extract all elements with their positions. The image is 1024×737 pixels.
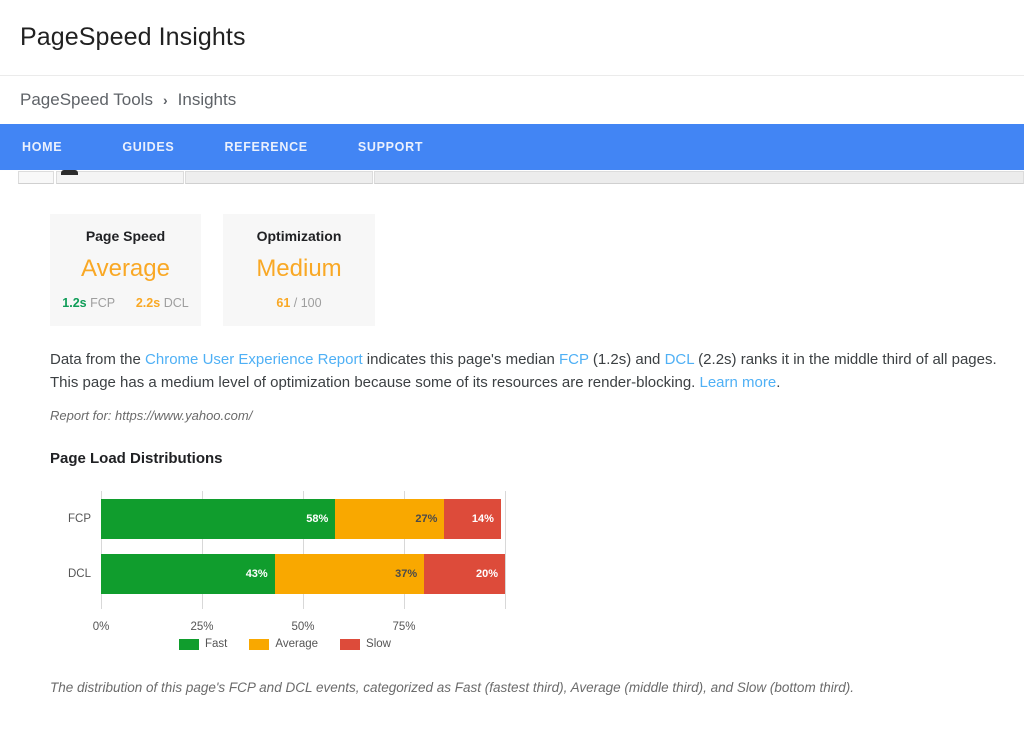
optimization-score: 61 / 100 <box>233 296 365 310</box>
primary-navbar: HOME GUIDES REFERENCE SUPPORT <box>0 124 1024 170</box>
chart-y-axis-label: FCP <box>68 513 91 526</box>
chart-bar-segment-average[interactable]: 37% <box>274 554 425 595</box>
nav-item-guides[interactable]: GUIDES <box>108 124 188 170</box>
optimization-score-suffix: / 100 <box>293 296 322 311</box>
dcl-value: 2.2s <box>135 296 161 311</box>
chart-bar-segment-slow[interactable]: 14% <box>444 499 501 540</box>
chart-legend-label: Average <box>275 638 319 651</box>
chart-bar-row: DCL 43% 37% 20% <box>68 554 505 595</box>
chart-bar-segment-average[interactable]: 27% <box>335 499 445 540</box>
score-card-group: Page Speed Average 1.2s FCP 2.2s DCL Opt… <box>50 214 1004 327</box>
chart-gridline <box>505 491 506 610</box>
page-speed-verdict: Average <box>81 255 170 282</box>
summary-text-2: indicates this page's median <box>362 351 559 369</box>
nav-item-home[interactable]: HOME <box>18 124 86 170</box>
tab-strip-segment[interactable] <box>185 171 373 184</box>
summary-text-3: (1.2s) and <box>588 351 665 369</box>
chart-bar-segment-fast[interactable]: 43% <box>101 554 275 595</box>
chart-bar-segment-slow[interactable]: 20% <box>424 554 505 595</box>
learn-more-link[interactable]: Learn more <box>700 374 777 391</box>
summary-paragraph: Data from the Chrome User Experience Rep… <box>50 348 1004 394</box>
nav-item-support[interactable]: SUPPORT <box>344 124 437 170</box>
chart-x-axis-tick: 25% <box>190 621 214 634</box>
dcl-link[interactable]: DCL <box>665 351 694 368</box>
chart-caption: The distribution of this page's FCP and … <box>50 680 854 696</box>
chart-x-axis-tick: 50% <box>291 621 315 634</box>
chart-x-axis-tick: 0% <box>92 621 110 634</box>
chart-legend-item[interactable]: Average <box>249 638 318 650</box>
page-title-bar: PageSpeed Insights <box>0 0 1024 76</box>
optimization-card: Optimization Medium 61 / 100 <box>223 214 375 327</box>
main-content: Page Speed Average 1.2s FCP 2.2s DCL Opt… <box>0 184 1024 695</box>
fcp-link[interactable]: FCP <box>559 351 589 368</box>
optimization-card-title: Optimization <box>256 228 342 244</box>
chart-legend-item[interactable]: Slow <box>340 638 391 650</box>
tab-strip-segment[interactable] <box>374 171 1024 184</box>
optimization-score-value: 61 <box>276 296 291 311</box>
chart-legend-swatch <box>249 638 270 650</box>
chart-legend-swatch <box>179 638 200 650</box>
chart-legend-swatch <box>340 638 361 650</box>
chart-legend-item[interactable]: Fast <box>179 638 227 650</box>
page-speed-card: Page Speed Average 1.2s FCP 2.2s DCL <box>50 214 201 327</box>
dcl-label: DCL <box>163 296 189 311</box>
chevron-right-icon: › <box>162 92 168 108</box>
scrolled-tab-strip <box>0 170 1024 184</box>
crux-report-link[interactable]: Chrome User Experience Report <box>145 351 363 368</box>
page-speed-card-title: Page Speed <box>85 228 166 244</box>
chart-y-axis-label: DCL <box>67 568 91 581</box>
page-load-distribution-chart: FCP 58% 27% 14% DCL 43% 37% 20% 0% 25% 50% 75% Fast… <box>50 483 520 658</box>
chart-x-axis-tick: 75% <box>392 621 416 634</box>
nav-item-reference[interactable]: REFERENCE <box>210 124 321 170</box>
fcp-label: FCP <box>90 296 115 311</box>
page-load-distributions-heading: Page Load Distributions <box>50 450 223 468</box>
chart-legend: Fast Average Slow <box>50 638 520 650</box>
tab-indicator-icon <box>61 170 78 175</box>
fcp-value: 1.2s <box>62 296 87 311</box>
breadcrumb-current: Insights <box>177 90 237 109</box>
chart-plot-area: FCP 58% 27% 14% DCL 43% 37% 20% 0% 25% 50% 75% <box>68 491 506 633</box>
breadcrumb-root-link[interactable]: PageSpeed Tools <box>20 90 153 110</box>
summary-text-1: Data from the <box>50 351 146 369</box>
page-title: PageSpeed Insights <box>20 23 246 51</box>
chart-bar-row: FCP 58% 27% 14% <box>68 499 505 540</box>
chart-legend-label: Fast <box>205 638 228 651</box>
page-speed-metrics: 1.2s FCP 2.2s DCL <box>60 296 191 310</box>
breadcrumb: PageSpeed Tools › Insights <box>0 76 1024 124</box>
chart-legend-label: Slow <box>366 638 391 651</box>
optimization-verdict: Medium <box>256 255 342 282</box>
report-for-url: Report for: https://www.yahoo.com/ <box>50 408 253 424</box>
chart-bar-segment-fast[interactable]: 58% <box>101 499 336 540</box>
summary-text-5: . <box>776 374 781 392</box>
tab-strip-segment[interactable] <box>18 171 54 184</box>
